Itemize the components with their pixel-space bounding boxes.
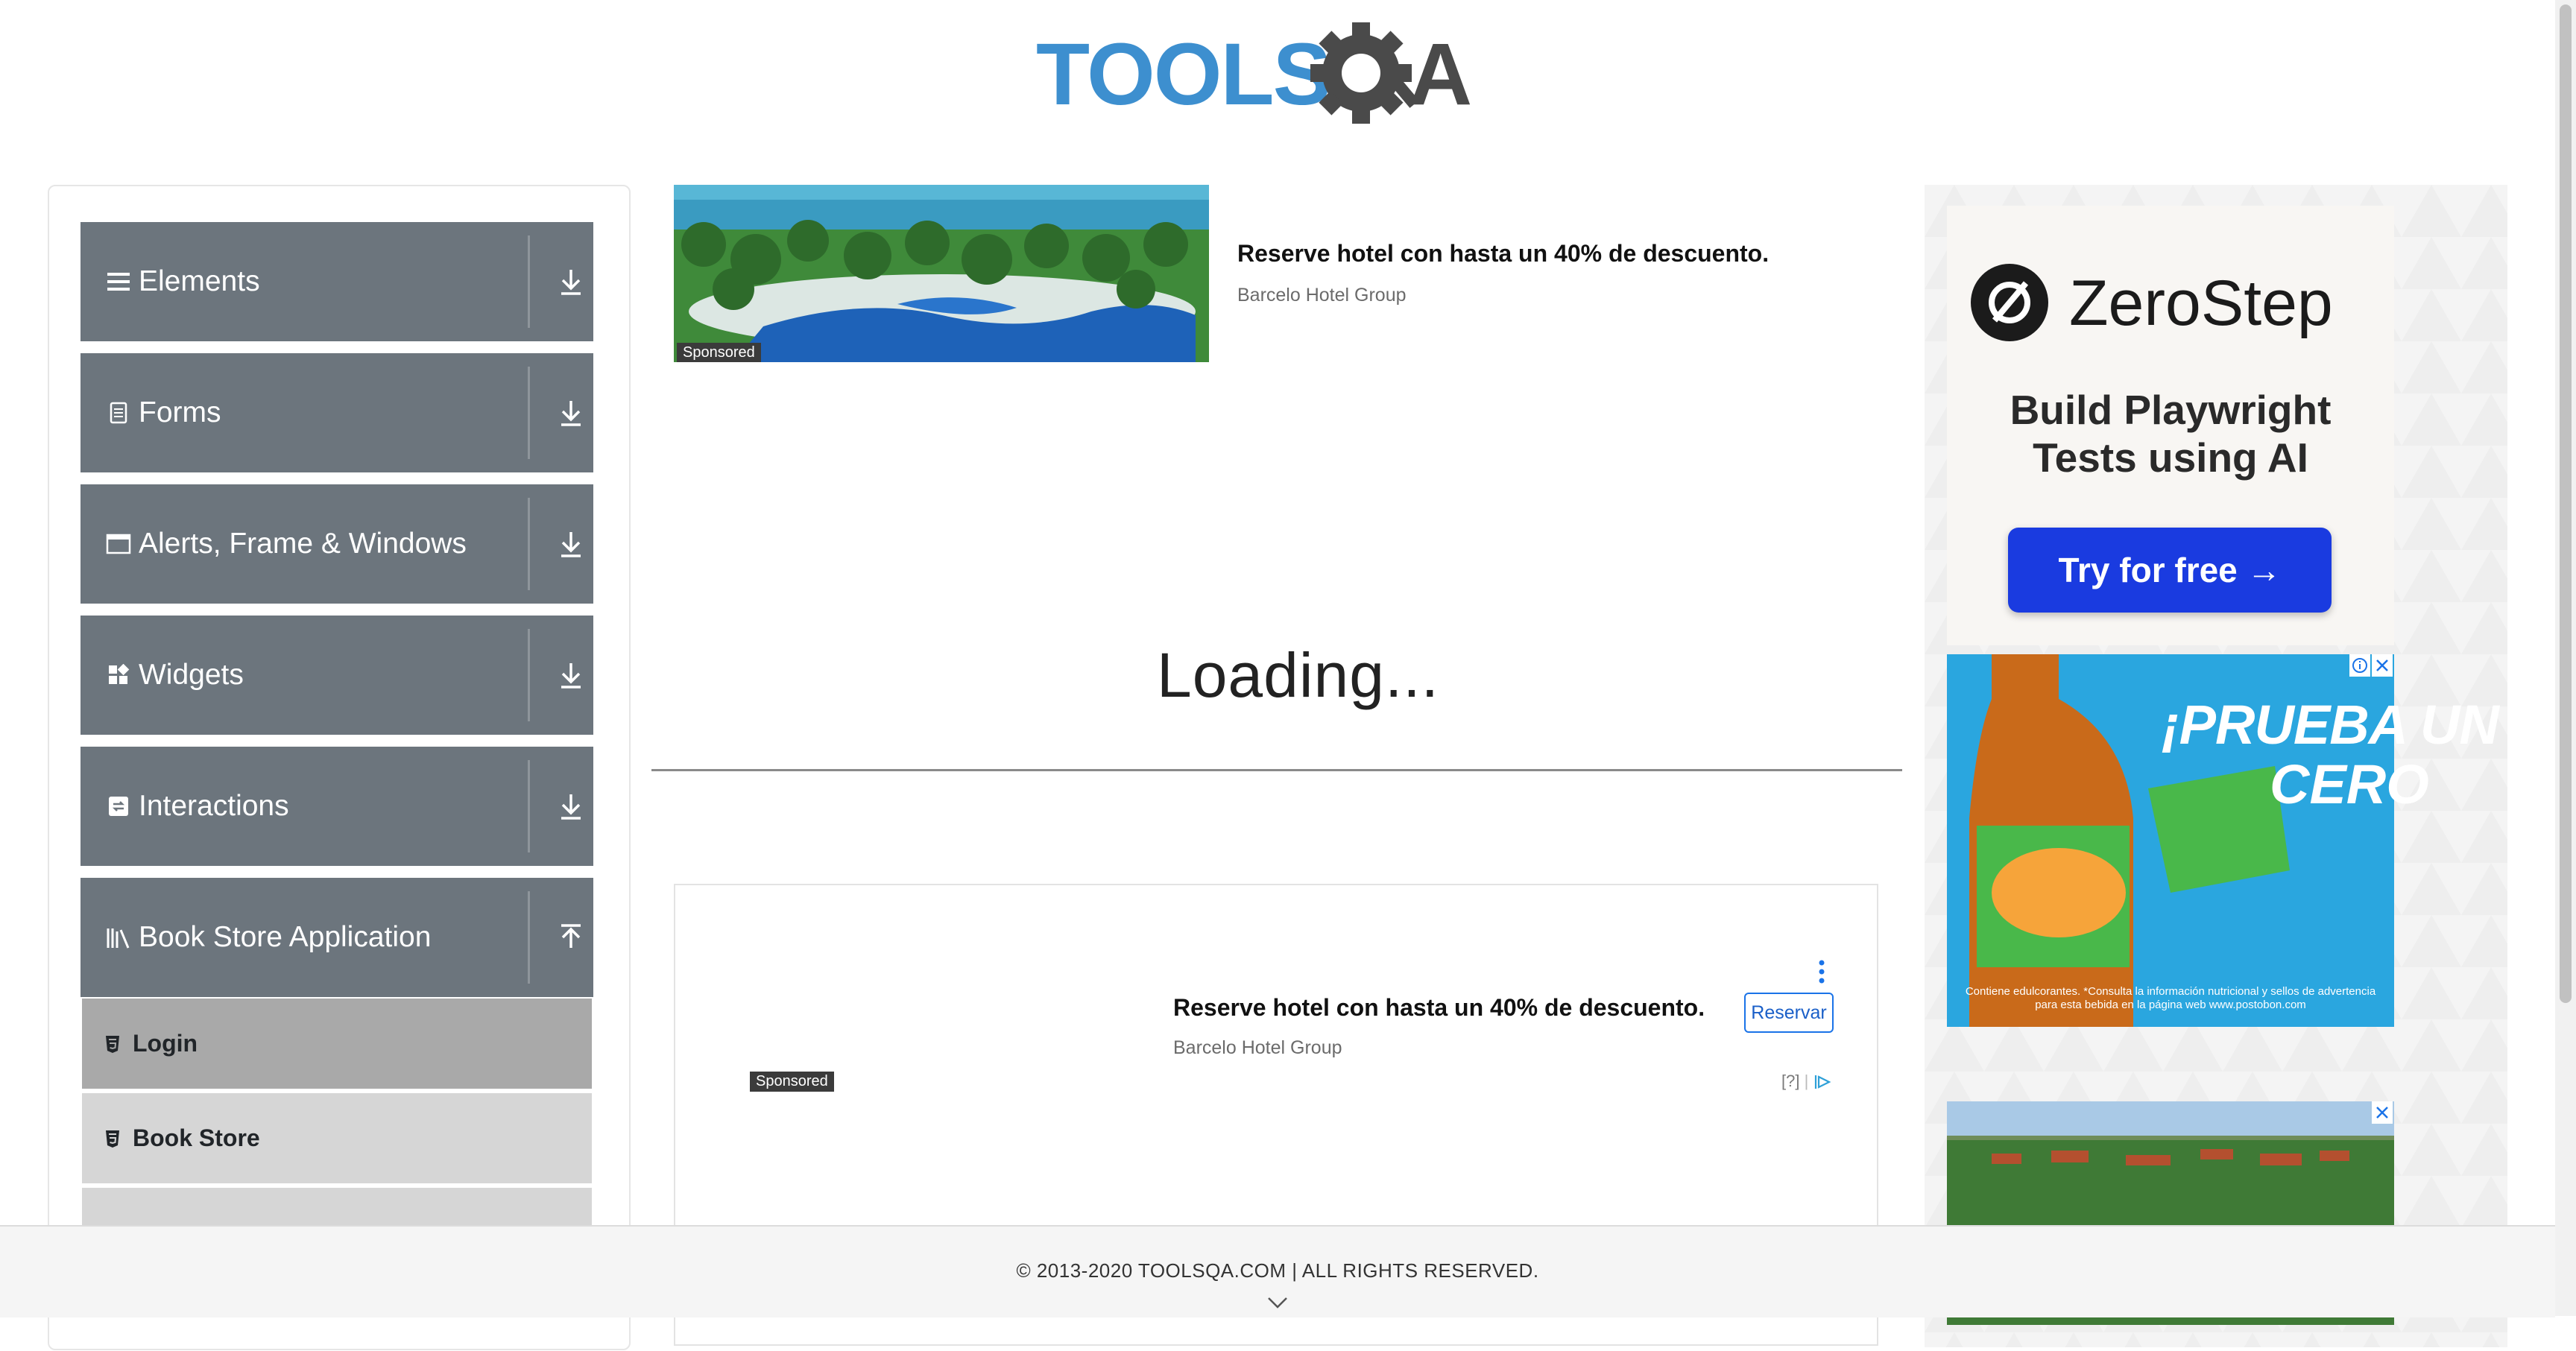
chevron-down-icon[interactable] bbox=[1266, 1295, 1289, 1310]
divider bbox=[528, 891, 530, 984]
group-label: Forms bbox=[139, 396, 221, 428]
try-for-free-button[interactable]: Try for free → bbox=[2008, 528, 2332, 613]
loading-indicator: Loading... bbox=[1157, 640, 1439, 710]
divider bbox=[528, 629, 530, 721]
html5-icon bbox=[103, 1033, 122, 1055]
download-arrow-icon[interactable] bbox=[550, 782, 592, 830]
footer-copyright: © 2013-2020 TOOLSQA.COM | ALL RIGHTS RES… bbox=[1016, 1259, 1539, 1282]
sidebar-item-book-store[interactable]: Book Store bbox=[82, 1093, 592, 1186]
drink-disclaimer: Contiene edulcorantes. *Consulta la info… bbox=[1965, 985, 2376, 1011]
more-options-icon[interactable] bbox=[1816, 958, 1828, 985]
divider bbox=[528, 760, 530, 852]
window-icon bbox=[106, 531, 131, 557]
divider bbox=[528, 235, 530, 328]
group-label: Book Store Application bbox=[139, 921, 432, 953]
document-icon bbox=[106, 400, 131, 425]
ad-advertiser[interactable]: Barcelo Hotel Group bbox=[1237, 285, 1407, 306]
group-elements[interactable]: Elements bbox=[80, 222, 593, 341]
sidebar-item-login[interactable]: Login bbox=[82, 999, 592, 1091]
sidebar-item-label: Book Store bbox=[133, 1124, 260, 1151]
zerostep-headline: Build Playwright Tests using AI bbox=[1947, 386, 2394, 481]
svg-text:A: A bbox=[1409, 25, 1472, 124]
download-arrow-icon[interactable] bbox=[550, 389, 592, 437]
group-widgets[interactable]: Widgets bbox=[80, 616, 593, 735]
scrollbar-thumb[interactable] bbox=[2560, 4, 2572, 1003]
widgets-icon bbox=[106, 662, 131, 688]
upload-arrow-icon[interactable] bbox=[550, 914, 592, 961]
ad-close-icon[interactable] bbox=[2372, 1101, 2393, 1124]
group-alerts-frame-windows[interactable]: Alerts, Frame & Windows bbox=[80, 484, 593, 604]
ad-choices[interactable]: [?] | bbox=[1781, 1072, 1834, 1091]
hotel-ad-image[interactable]: Sponsored bbox=[674, 185, 1209, 362]
adchoices-icon bbox=[1815, 1075, 1831, 1089]
sponsored-label: Sponsored bbox=[677, 343, 761, 362]
group-label: Interactions bbox=[139, 790, 289, 822]
divider bbox=[528, 367, 530, 459]
headline-line: Build Playwright bbox=[2010, 387, 2332, 433]
download-arrow-icon[interactable] bbox=[550, 520, 592, 568]
group-label: Widgets bbox=[139, 659, 244, 691]
content-divider bbox=[651, 769, 1902, 771]
drink-headline-2: CERO bbox=[2270, 753, 2429, 815]
sidebar-item-label: Login bbox=[133, 1030, 198, 1057]
group-book-store-application[interactable]: Book Store Application bbox=[80, 878, 593, 997]
ad-info-icon[interactable] bbox=[2349, 654, 2370, 677]
zerostep-brand: ZeroStep bbox=[2069, 268, 2333, 339]
resort-photo bbox=[674, 185, 1209, 362]
group-label: Alerts, Frame & Windows bbox=[139, 528, 467, 560]
headline-line: Tests using AI bbox=[2033, 434, 2308, 481]
gear-icon bbox=[1310, 22, 1419, 124]
logo-text-tools: TOOLS bbox=[1036, 25, 1330, 124]
ad-close-icon[interactable] bbox=[2372, 654, 2393, 677]
drink-headline: ¡PRUEBA UN bbox=[2162, 694, 2499, 756]
download-arrow-icon[interactable] bbox=[550, 258, 592, 306]
group-interactions[interactable]: Interactions bbox=[80, 747, 593, 866]
ad-title[interactable]: Reserve hotel con hasta un 40% de descue… bbox=[1237, 240, 1769, 268]
ad-title[interactable]: Reserve hotel con hasta un 40% de descue… bbox=[1173, 994, 1705, 1022]
group-forms[interactable]: Forms bbox=[80, 353, 593, 472]
menu-lines-icon bbox=[106, 269, 131, 294]
download-arrow-icon[interactable] bbox=[550, 651, 592, 699]
ad-choices-label: [?] bbox=[1781, 1072, 1800, 1090]
toolsqa-logo[interactable]: TOOLS A bbox=[1036, 21, 1528, 137]
group-label: Elements bbox=[139, 265, 260, 297]
zerostep-logo-icon bbox=[1971, 264, 2048, 341]
sponsored-label: Sponsored bbox=[750, 1072, 834, 1092]
reservar-button[interactable]: Reservar bbox=[1744, 993, 1834, 1033]
html5-icon bbox=[103, 1127, 122, 1150]
divider bbox=[528, 498, 530, 590]
ad-advertiser[interactable]: Barcelo Hotel Group bbox=[1173, 1037, 1342, 1059]
interactions-icon bbox=[106, 794, 131, 819]
library-icon bbox=[106, 925, 131, 950]
